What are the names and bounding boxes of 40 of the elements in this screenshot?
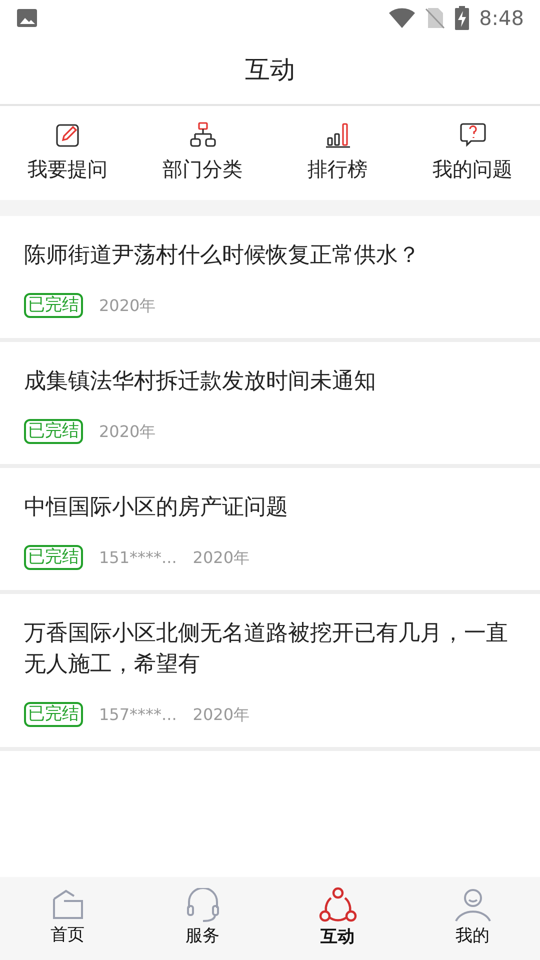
tab-bar-item[interactable]: 我的 (405, 877, 540, 960)
share-network-icon (318, 886, 356, 923)
status-tag: 已完结 (24, 419, 83, 444)
question-title: 中恒国际小区的房产证问题 (24, 494, 289, 522)
user-phone: 157****... (99, 704, 177, 726)
shortcut-button[interactable]: 部门分类 (135, 106, 270, 200)
shortcut-button[interactable]: 排行榜 (270, 106, 405, 200)
question-title: 成集镇法华村拆迁款发放时间未通知 (24, 368, 377, 396)
shortcut-button[interactable]: 我的问题 (405, 106, 540, 200)
tab-bar-item[interactable]: 服务 (135, 877, 270, 960)
question-bubble-icon (458, 122, 486, 148)
clock-time: 8:48 (479, 5, 524, 32)
question-card[interactable]: 成集镇法华村拆迁款发放时间未通知 已完结 2020年 (0, 342, 540, 468)
question-title: 陈师街道尹荡村什么时候恢复正常供水？ (24, 242, 421, 270)
question-date: 2020年 (192, 704, 250, 726)
headset-icon (186, 888, 220, 922)
wifi-icon (389, 8, 416, 28)
status-tag: 已完结 (24, 545, 83, 570)
tab-bar-item[interactable]: 互动 (270, 877, 405, 960)
question-date: 2020年 (99, 420, 156, 442)
question-card[interactable]: 万香国际小区北侧无名道路被挖开已有几月，一直无人施工，希望有 已完结 157****... 2020年 (0, 594, 540, 751)
question-title: 万香国际小区北侧无名道路被挖开已有几月，一直无人施工，希望有 (24, 620, 509, 679)
question-card[interactable]: 中恒国际小区的房产证问题 已完结 151****... 2020年 (0, 468, 540, 594)
home-icon (52, 888, 84, 921)
no-sim-icon (425, 7, 446, 29)
tab-bar-item[interactable]: 首页 (0, 877, 135, 960)
status-tag: 已完结 (24, 702, 83, 727)
edit-icon (54, 122, 80, 148)
question-date: 2020年 (192, 546, 250, 568)
status-tag: 已完结 (24, 293, 83, 318)
image-icon (16, 8, 38, 28)
bar-chart-icon (324, 122, 350, 148)
page-title: 互动 (245, 54, 295, 86)
user-phone: 151****... (99, 546, 177, 568)
question-card[interactable]: 陈师街道尹荡村什么时候恢复正常供水？ 已完结 2020年 (0, 216, 540, 342)
hierarchy-icon (188, 122, 216, 148)
question-date: 2020年 (99, 294, 156, 316)
shortcut-button[interactable]: 我要提问 (0, 106, 135, 200)
user-icon (454, 888, 492, 922)
battery-charging-icon (455, 6, 470, 30)
